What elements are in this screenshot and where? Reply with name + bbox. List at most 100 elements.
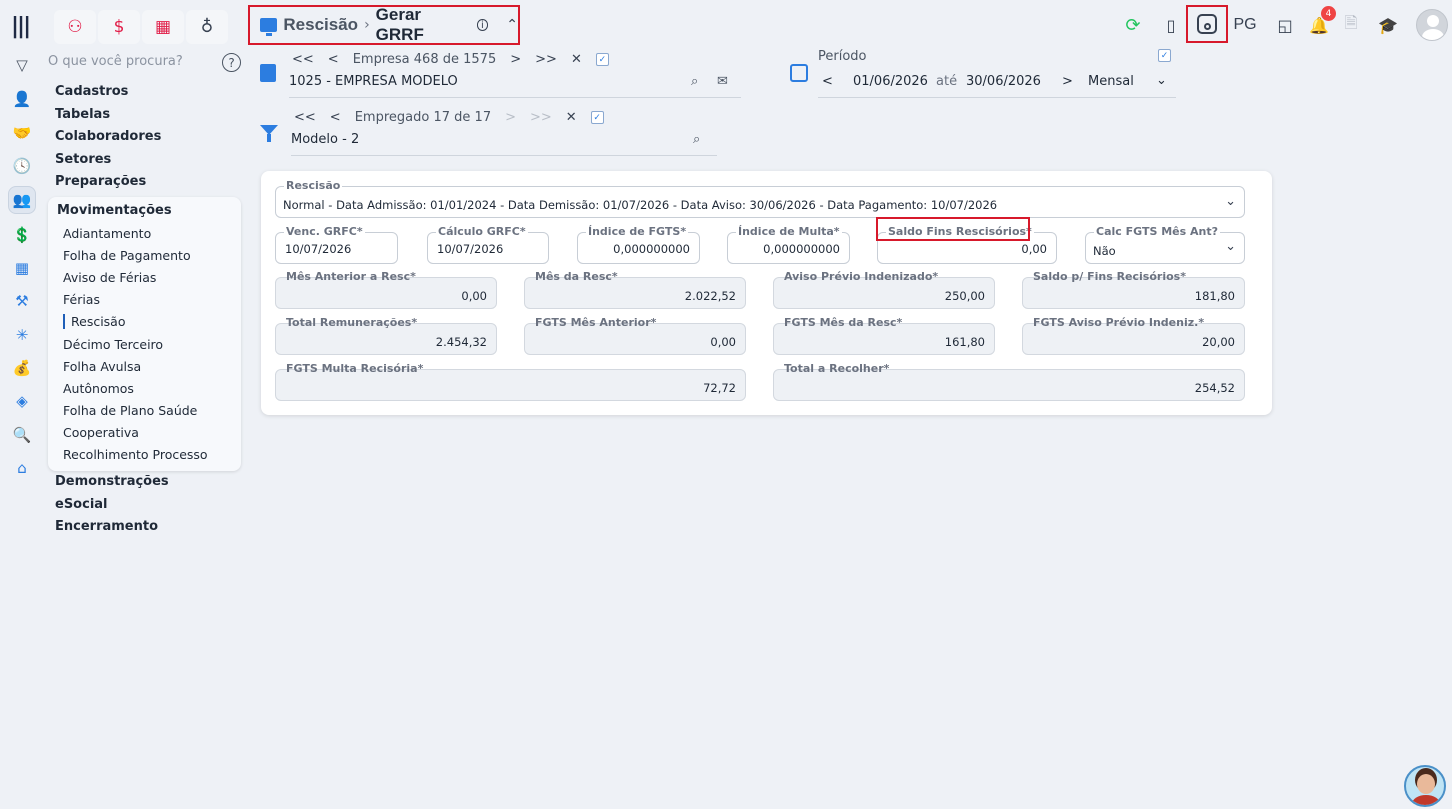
saldo-fins-highlight — [876, 217, 1030, 241]
indice-fgts-field[interactable]: Índice de FGTS* 0,000000000 — [577, 225, 700, 264]
submenu-item-recolhimento-processo[interactable]: Recolhimento Processo — [63, 447, 208, 462]
submenu-item-folha-pagamento[interactable]: Folha de Pagamento — [63, 248, 191, 263]
user-pin-icon[interactable]: 👤 — [11, 88, 33, 110]
menu-encerramento[interactable]: Encerramento — [55, 519, 158, 534]
calc-fgts-select[interactable]: Calc FGTS Mês Ant? Não ⌄ — [1085, 225, 1245, 264]
menu-esocial[interactable]: eSocial — [55, 497, 108, 512]
menu-demonstracoes[interactable]: Demonstrações — [55, 474, 169, 489]
breadcrumb: Rescisão › Gerar GRRF i ⌃ — [248, 5, 520, 45]
employees-shortcut-icon[interactable]: ⚇ — [54, 10, 96, 44]
menu-search: ? — [16, 53, 244, 74]
refresh-icon[interactable]: ⟳ — [1122, 10, 1144, 40]
total-remuneracoes-field: Total Remunerações* 2.454,32 — [275, 316, 497, 355]
chevron-up-icon[interactable]: ⌃ — [506, 17, 518, 33]
document-icon[interactable]: ◱ — [1274, 10, 1296, 40]
worker-icon[interactable]: ⚒ — [11, 290, 33, 312]
submenu-item-adiantamento[interactable]: Adiantamento — [63, 226, 151, 241]
rescisao-chevron-down-icon[interactable]: ⌄ — [1225, 194, 1236, 209]
menu-preparacoes[interactable]: Preparações — [55, 174, 146, 189]
empresa-field[interactable]: 1025 - EMPRESA MODELO ⌕ ✉ — [289, 74, 741, 98]
submenu-item-folha-avulsa[interactable]: Folha Avulsa — [63, 359, 141, 374]
bell-icon[interactable]: 🔔 4 — [1308, 6, 1336, 40]
menu-cadastros[interactable]: Cadastros — [55, 84, 128, 99]
empresa-checkbox[interactable]: ✓ — [595, 53, 609, 66]
periodo-prev-button[interactable]: < — [822, 74, 833, 89]
dollar-icon[interactable]: 💲 — [11, 224, 33, 246]
breadcrumb-section[interactable]: Rescisão — [283, 15, 358, 35]
empregado-checkbox[interactable]: ✓ — [590, 111, 604, 124]
assistant-avatar[interactable] — [1404, 765, 1446, 807]
pg-button[interactable]: PG — [1233, 10, 1257, 40]
calculator-icon[interactable]: ▦ — [11, 257, 33, 279]
periodo-next-button[interactable]: > — [1062, 74, 1073, 89]
empregado-last-button[interactable]: >> — [530, 110, 552, 125]
money-bag-shortcut-icon[interactable]: ♁ — [186, 10, 228, 44]
aviso-previo-field: Aviso Prévio Indenizado* 250,00 — [773, 270, 995, 309]
submenu-item-aviso-ferias[interactable]: Aviso de Férias — [63, 270, 156, 285]
menu-tabelas[interactable]: Tabelas — [55, 107, 110, 122]
layers-icon[interactable]: ◈ — [11, 390, 33, 412]
app-logo[interactable]: ||| — [11, 14, 31, 39]
submenu-item-rescisao[interactable]: Rescisão — [63, 314, 126, 329]
periodo-start[interactable]: 01/06/2026 — [853, 74, 928, 89]
graduation-cap-icon[interactable]: 🎓 — [1376, 10, 1400, 40]
submenu-item-plano-saude[interactable]: Folha de Plano Saúde — [63, 403, 197, 418]
funnel-icon — [260, 125, 278, 142]
empresa-prev-button[interactable]: < — [328, 52, 339, 67]
rescisao-value: Normal - Data Admissão: 01/01/2024 - Dat… — [283, 198, 998, 212]
empregado-search-icon[interactable]: ⌕ — [693, 132, 700, 147]
empregado-prev-button[interactable]: < — [330, 110, 341, 125]
menu-setores[interactable]: Setores — [55, 152, 111, 167]
people-icon[interactable]: 👥 — [8, 186, 36, 214]
calc-fgts-chevron-down-icon[interactable]: ⌄ — [1225, 239, 1236, 254]
periodo-field: < 01/06/2026 até 30/06/2026 > Mensal ⌄ — [818, 72, 1176, 98]
periodo-end[interactable]: 30/06/2026 — [966, 74, 1041, 89]
empregado-field[interactable]: Modelo - 2 ⌕ — [291, 132, 717, 156]
submenu-item-cooperativa[interactable]: Cooperativa — [63, 425, 139, 440]
empregado-clear-button[interactable]: ✕ — [566, 110, 577, 125]
periodo-chevron-down-icon[interactable]: ⌄ — [1156, 73, 1167, 88]
money-bag-icon[interactable]: 💰 — [11, 357, 33, 379]
save-button[interactable] — [1186, 5, 1228, 43]
help-icon[interactable]: ? — [222, 53, 241, 72]
home-icon[interactable]: ⌂ — [11, 457, 33, 479]
submenu-item-autonomos[interactable]: Autônomos — [63, 381, 134, 396]
network-icon[interactable]: ✳ — [11, 324, 33, 346]
indice-multa-field[interactable]: Índice de Multa* 0,000000000 — [727, 225, 850, 264]
empresa-first-button[interactable]: << — [292, 52, 314, 67]
search-chart-icon[interactable]: 🔍 — [11, 424, 33, 446]
periodo-until: até — [936, 74, 958, 89]
dollar-shortcut-icon[interactable]: $ — [98, 10, 140, 44]
mail-icon[interactable]: ✉ — [717, 74, 728, 89]
rescisao-select[interactable]: Rescisão Normal - Data Admissão: 01/01/2… — [275, 179, 1245, 218]
building-icon — [260, 64, 276, 82]
info-icon[interactable]: i — [476, 19, 489, 31]
periodo-mode[interactable]: Mensal — [1088, 74, 1134, 89]
calculator-shortcut-icon[interactable]: ▦ — [142, 10, 184, 44]
empresa-next-button[interactable]: > — [510, 52, 521, 67]
submenu-title[interactable]: Movimentações — [57, 203, 172, 218]
menu-colaboradores[interactable]: Colaboradores — [55, 129, 161, 144]
search-icon[interactable]: ⌕ — [691, 74, 698, 89]
icon-rail: ||| ▽ 👤 🤝 🕓 👥 💲 ▦ ⚒ ✳ 💰 ◈ 🔍 ⌂ — [0, 0, 44, 809]
handshake-icon[interactable]: 🤝 — [11, 122, 33, 144]
search-input[interactable] — [48, 54, 208, 69]
mobile-icon[interactable]: ▯ — [1160, 10, 1182, 40]
empregado-first-button[interactable]: << — [294, 110, 316, 125]
notification-badge: 4 — [1321, 6, 1336, 21]
venc-grfc-field[interactable]: Venc. GRFC* 10/07/2026 — [275, 225, 398, 264]
periodo-checkbox[interactable]: ✓ — [1158, 49, 1171, 62]
empresa-clear-button[interactable]: ✕ — [571, 52, 582, 67]
calc-grfc-field[interactable]: Cálculo GRFC* 10/07/2026 — [427, 225, 549, 264]
submenu-item-decimo-terceiro[interactable]: Décimo Terceiro — [63, 337, 163, 352]
periodo-label: Período — [818, 49, 867, 64]
total-recolher-field: Total a Recolher* 254,52 — [773, 362, 1245, 401]
empregado-next-button[interactable]: > — [505, 110, 516, 125]
empresa-last-button[interactable]: >> — [535, 52, 557, 67]
submenu-item-ferias[interactable]: Férias — [63, 292, 100, 307]
clock-icon[interactable]: 🕓 — [11, 155, 33, 177]
empregado-value: Modelo - 2 — [291, 132, 360, 147]
user-avatar[interactable] — [1416, 9, 1448, 41]
report-search-icon[interactable]: 🗎 — [1340, 10, 1362, 40]
page-title: Gerar GRRF — [375, 5, 424, 44]
